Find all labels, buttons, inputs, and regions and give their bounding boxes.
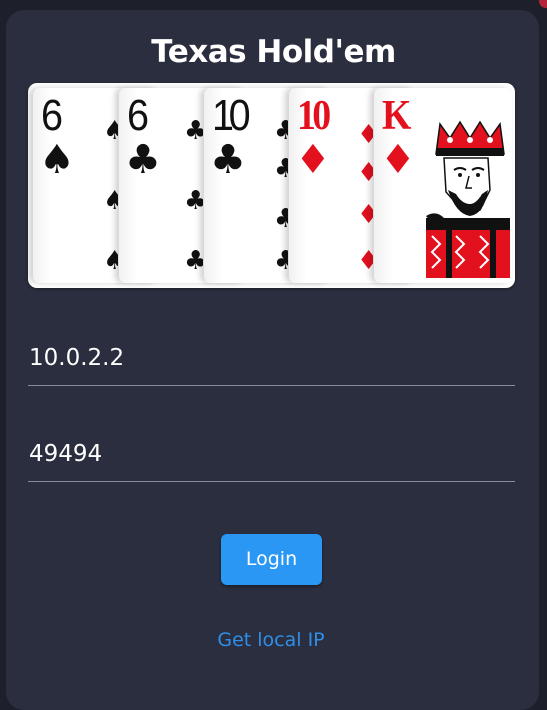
diamond-icon: ♦	[380, 137, 416, 183]
ip-address-field	[28, 330, 516, 386]
playing-card-king-diamonds: K ♦	[373, 88, 512, 283]
window-corner-accent	[539, 0, 547, 8]
card-rank: 10	[297, 93, 331, 139]
card-hand-image: 6 ♠ ♠ ♠ ♠ 6 ♣ ♣ ♣ ♣ 10 ♣ ♣ ♣ ♣ ♣ 10 ♦ ♦ …	[28, 83, 515, 288]
king-portrait-icon	[426, 120, 510, 278]
login-button[interactable]: Login	[221, 534, 322, 585]
club-icon: ♣	[125, 137, 161, 183]
port-input[interactable]	[28, 426, 516, 482]
club-icon: ♣	[210, 137, 246, 183]
port-field	[28, 426, 516, 482]
card-rank: 10	[212, 91, 251, 140]
card-rank: 6	[127, 91, 150, 140]
card-rank: K	[382, 93, 412, 139]
diamond-icon: ♦	[295, 137, 331, 183]
get-local-ip-link[interactable]: Get local IP	[0, 629, 542, 651]
spade-icon: ♠	[39, 137, 75, 183]
page-title: Texas Hold'em	[151, 34, 396, 70]
card-rank: 6	[41, 91, 64, 140]
ip-address-input[interactable]	[28, 330, 516, 386]
